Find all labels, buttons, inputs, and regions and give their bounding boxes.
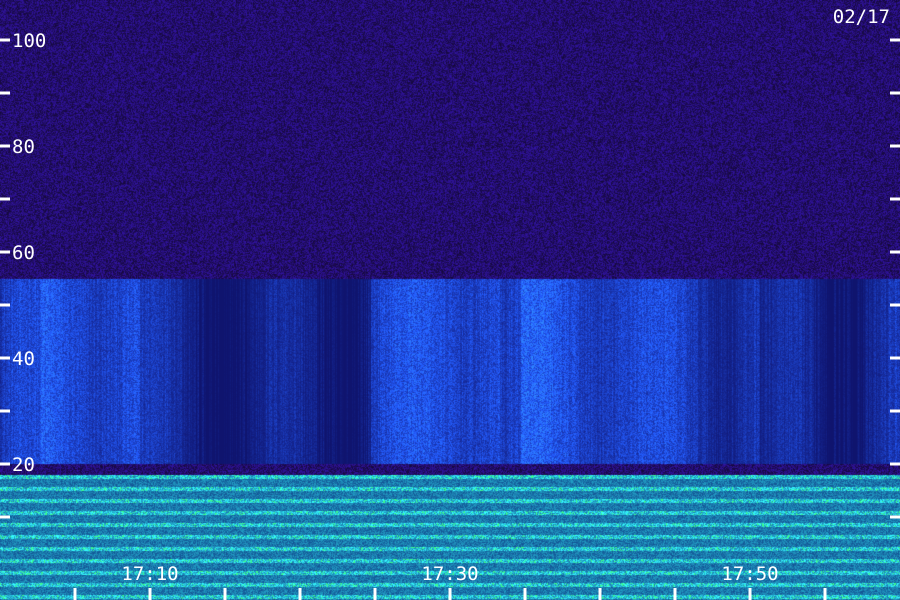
spectrogram-panel: 20 40 60 80 100 17:10 17:30 17:50 02/17 bbox=[0, 0, 900, 600]
y-tick-label: 80 bbox=[12, 136, 35, 158]
axes-overlay: 20 40 60 80 100 17:10 17:30 17:50 bbox=[0, 30, 900, 600]
x-tick-label: 17:30 bbox=[421, 563, 478, 585]
y-tick-label: 100 bbox=[12, 30, 46, 52]
y-tick-label: 40 bbox=[12, 348, 35, 370]
x-tick-label: 17:50 bbox=[721, 563, 778, 585]
x-tick-label: 17:10 bbox=[121, 563, 178, 585]
y-tick-label: 60 bbox=[12, 242, 35, 264]
date-label: 02/17 bbox=[832, 6, 890, 28]
y-tick-label: 20 bbox=[12, 454, 35, 476]
